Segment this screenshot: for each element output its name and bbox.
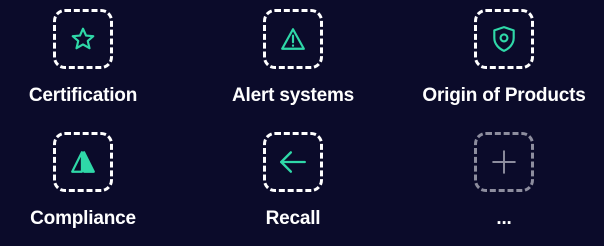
tile-more[interactable]: ... bbox=[404, 132, 604, 230]
plus-icon bbox=[492, 150, 516, 174]
recall-icon-box[interactable] bbox=[263, 132, 323, 192]
tile-compliance[interactable]: Compliance bbox=[0, 132, 183, 230]
add-icon-box[interactable] bbox=[474, 132, 534, 192]
tile-label: ... bbox=[496, 208, 512, 229]
star-icon bbox=[71, 27, 95, 50]
tile-label: Origin of Products bbox=[422, 85, 586, 106]
tile-label: Certification bbox=[28, 85, 138, 106]
certification-icon-box[interactable] bbox=[53, 9, 113, 69]
tile-label: Alert systems bbox=[231, 85, 355, 106]
tile-origin-of-products[interactable]: Origin of Products bbox=[404, 9, 604, 107]
tile-label: Compliance bbox=[30, 208, 136, 229]
location-shield-icon bbox=[493, 26, 515, 52]
warning-triangle-icon bbox=[281, 28, 305, 50]
arrow-left-icon bbox=[280, 151, 306, 173]
feature-grid: Certification Alert systems Origin of Pr… bbox=[0, 0, 604, 246]
compliance-icon-box[interactable] bbox=[53, 132, 113, 192]
tile-alert-systems[interactable]: Alert systems bbox=[193, 9, 393, 107]
tile-recall[interactable]: Recall bbox=[193, 132, 393, 230]
tile-certification[interactable]: Certification bbox=[0, 9, 183, 107]
origin-icon-box[interactable] bbox=[474, 9, 534, 69]
split-triangle-icon bbox=[71, 151, 95, 173]
tile-label: Recall bbox=[265, 208, 321, 229]
alert-systems-icon-box[interactable] bbox=[263, 9, 323, 69]
